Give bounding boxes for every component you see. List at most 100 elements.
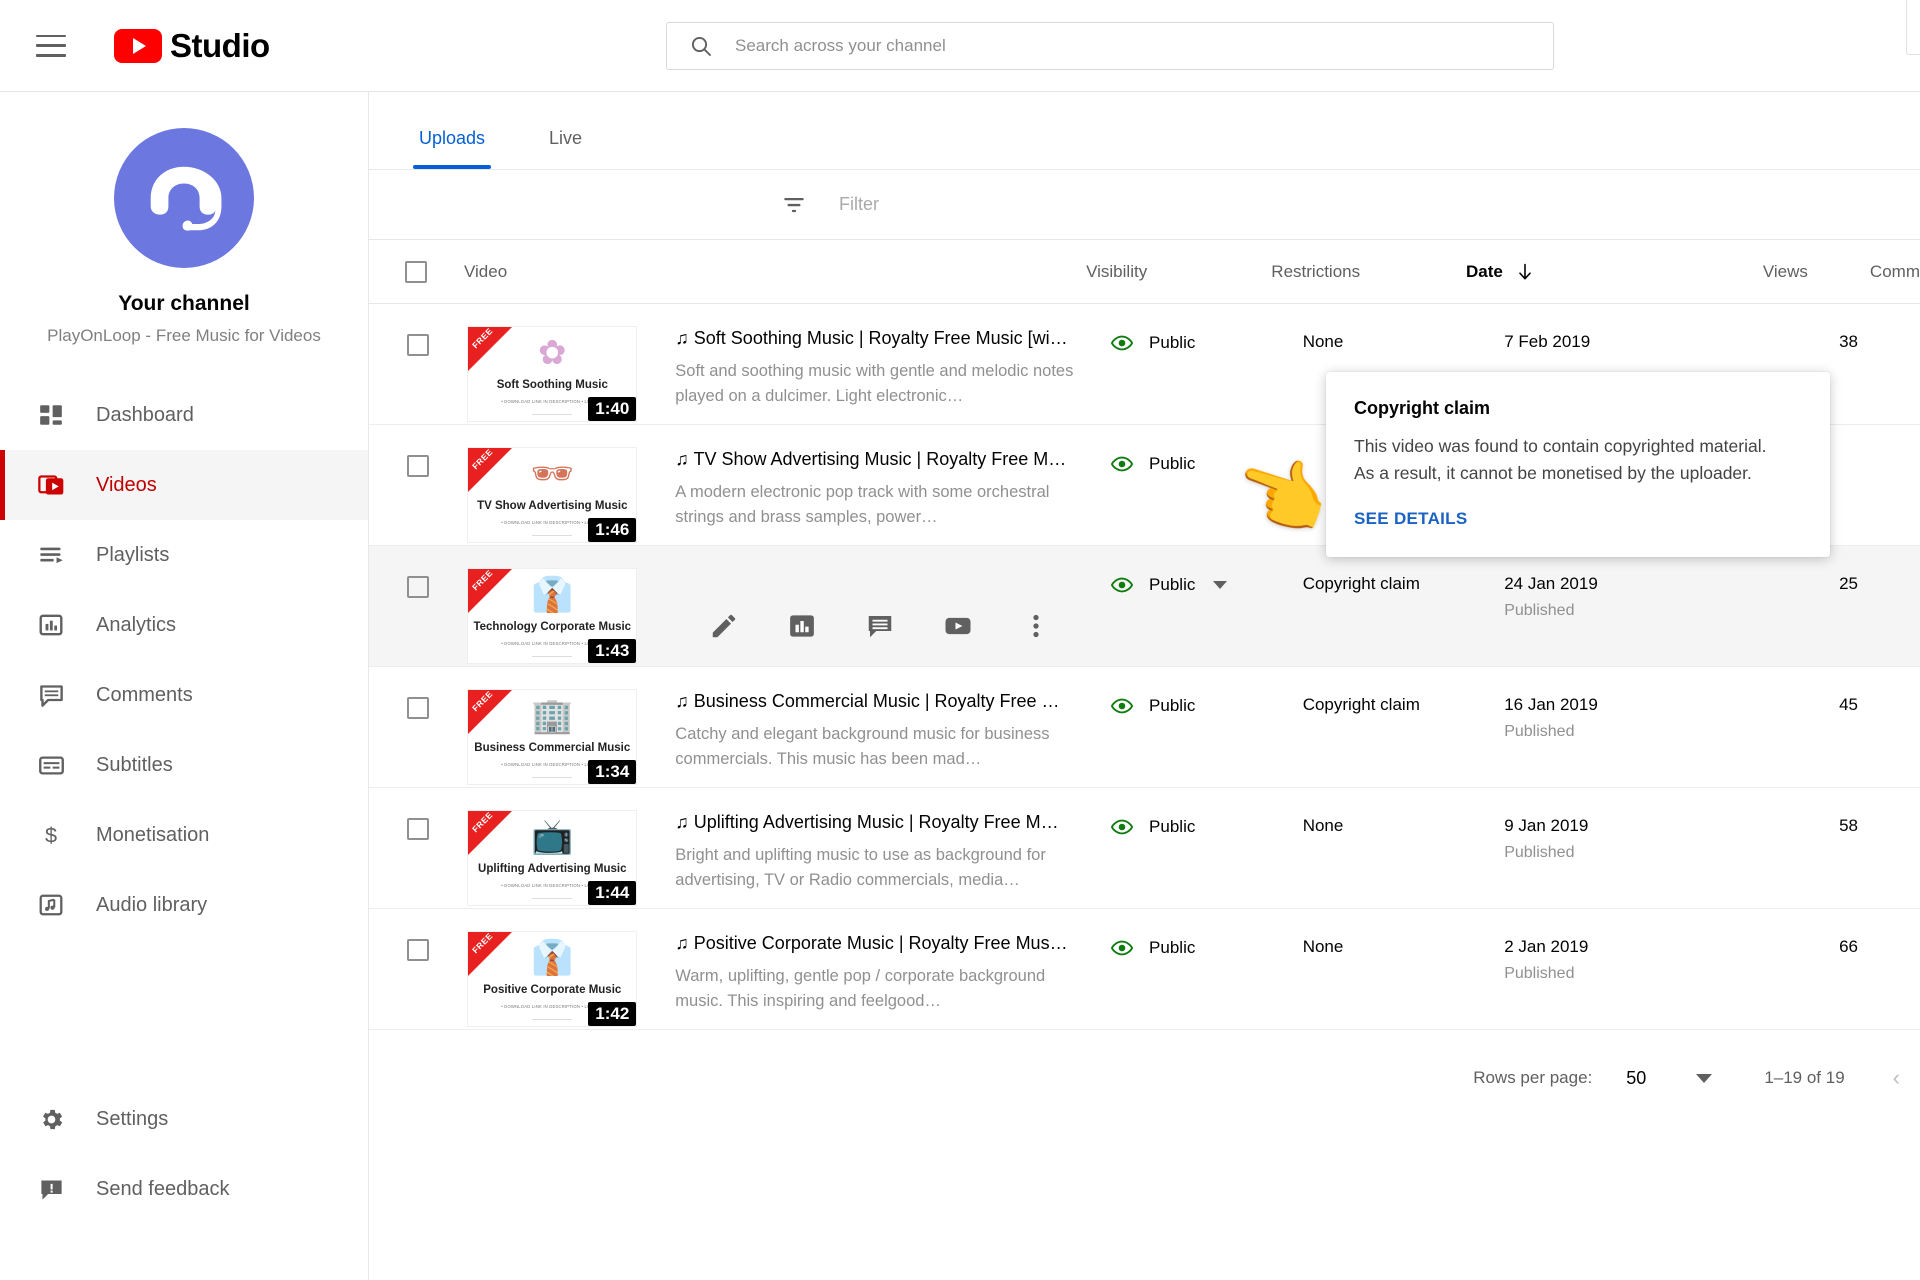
video-cell: FREE 🏢 Business Commercial Music • DOWNL… [467,689,1111,785]
video-thumbnail[interactable]: FREE ✿ Soft Soothing Music • DOWNLOAD LI… [467,326,638,422]
table-row[interactable]: FREE 👔 Technology Corporate Music • DOWN… [369,546,1920,667]
visibility-value-wrap[interactable]: Public [1111,931,1303,959]
publish-status: Published [1504,602,1575,619]
top-right-partial-control[interactable] [1906,0,1920,55]
eye-icon [1111,335,1134,351]
sidebar-item-audio-library[interactable]: Audio library [0,870,368,940]
avatar[interactable] [114,128,254,268]
sidebar-item-analytics[interactable]: Analytics [0,590,368,660]
tab-uploads[interactable]: Uploads [413,128,492,169]
search-icon [691,36,711,56]
sidebar-item-monetisation[interactable]: $ Monetisation [0,800,368,870]
date-cell: 16 Jan 2019 Published [1504,689,1745,741]
video-thumbnail[interactable]: FREE 👔 Positive Corporate Music • DOWNLO… [467,931,638,1027]
studio-logo-text: Studio [170,26,270,64]
table-row[interactable]: FREE 📺 Uplifting Advertising Music • DOW… [369,788,1920,909]
visibility-cell: Public [1111,568,1303,596]
visibility-value-wrap[interactable]: Public [1111,568,1303,596]
video-info: ♫ TV Show Advertising Music | Royalty Fr… [675,447,1075,543]
visibility-value: Public [1149,938,1196,957]
video-thumbnail[interactable]: FREE 🕶 TV Show Advertising Music • DOWNL… [467,447,638,543]
visibility-value-wrap[interactable]: Public [1111,326,1303,354]
sidebar-item-subtitles[interactable]: Subtitles [0,730,368,800]
date-value: 9 Jan 2019 [1504,816,1589,835]
views-value: 38 [1839,332,1859,351]
sidebar-item-label: Monetisation [96,823,210,846]
eye-icon [1111,698,1134,714]
see-details-link[interactable]: SEE DETAILS [1354,509,1468,529]
select-all-checkbox[interactable] [405,260,428,283]
video-title[interactable]: ♫ Uplifting Advertising Music | Royalty … [675,810,1075,835]
tooltip-title: Copyright claim [1354,398,1491,418]
date-value: 7 Feb 2019 [1504,332,1591,351]
thumbnail-title: TV Show Advertising Music [477,500,628,512]
row-checkbox[interactable] [407,576,430,598]
rows-per-page-label: Rows per page: [1473,1068,1593,1087]
sidebar-item-videos[interactable]: Videos [0,450,368,520]
sidebar-item-send-feedback[interactable]: Send feedback [0,1154,368,1224]
restrictions-value[interactable]: Copyright claim [1303,689,1504,715]
row-checkbox[interactable] [407,334,430,356]
sidebar-item-playlists[interactable]: Playlists [0,520,368,590]
analytics-bar-icon[interactable] [787,611,817,641]
video-thumbnail[interactable]: FREE 👔 Technology Corporate Music • DOWN… [467,568,638,664]
select-all-cell [369,260,464,283]
row-select-cell [369,931,467,961]
tab-live[interactable]: Live [543,128,588,169]
sidebar-item-comments[interactable]: Comments [0,660,368,730]
search-input[interactable]: Search across your channel [666,22,1554,70]
rows-per-page-value[interactable]: 50 [1626,1068,1646,1089]
comment-icon[interactable] [865,611,895,641]
visibility-value-wrap[interactable]: Public [1111,689,1303,717]
date-value: 2 Jan 2019 [1504,937,1589,956]
eye-icon [1111,819,1134,835]
video-description: Soft and soothing music with gentle and … [675,362,1074,405]
date-cell: 9 Jan 2019 Published [1504,810,1745,862]
filter-input[interactable]: Filter [839,194,879,215]
chevron-down-icon[interactable] [1213,581,1228,589]
visibility-cell: Public [1111,931,1303,959]
sidebar-item-label: Send feedback [96,1177,230,1200]
row-select-cell [369,447,467,477]
thumbnail-emoji: ✿ [538,334,567,372]
filter-icon[interactable] [781,192,807,218]
video-cell: FREE 📺 Uplifting Advertising Music • DOW… [467,810,1111,906]
column-header-views: Views [1762,261,1808,281]
youtube-studio-logo[interactable]: Studio [114,27,270,65]
dashboard-icon [36,400,66,430]
thumbnail-divider [532,1018,573,1020]
video-title[interactable]: ♫ Business Commercial Music | Royalty Fr… [675,689,1075,714]
thumbnail-divider [532,655,573,657]
feedback-icon [36,1174,66,1204]
top-bar: Studio Search across your channel [0,0,1920,92]
previous-page-button[interactable]: ‹ [1893,1065,1900,1091]
sidebar-item-dashboard[interactable]: Dashboard [0,380,368,450]
column-header-date[interactable]: Date [1466,262,1699,282]
hamburger-icon[interactable] [36,34,66,57]
video-title[interactable]: ♫ TV Show Advertising Music | Royalty Fr… [675,447,1075,472]
video-thumbnail[interactable]: FREE 🏢 Business Commercial Music • DOWNL… [467,689,638,785]
table-row[interactable]: FREE 🏢 Business Commercial Music • DOWNL… [369,667,1920,788]
visibility-value-wrap[interactable]: Public [1111,810,1303,838]
video-title[interactable]: ♫ Positive Corporate Music | Royalty Fre… [675,931,1075,956]
row-checkbox[interactable] [407,818,430,840]
sidebar-item-label: Analytics [96,613,177,636]
video-thumbnail[interactable]: FREE 📺 Uplifting Advertising Music • DOW… [467,810,638,906]
video-title[interactable]: ♫ Soft Soothing Music | Royalty Free Mus… [675,326,1075,351]
date-cell: 7 Feb 2019 [1504,326,1745,352]
pencil-icon[interactable] [709,611,739,641]
more-vertical-icon[interactable] [1021,611,1051,641]
column-header-comments: Comm [1869,261,1920,281]
views-value: 58 [1839,816,1859,835]
sidebar-item-settings[interactable]: Settings [0,1084,368,1154]
tabs: Uploads Live [369,92,1920,170]
thumbnail-title: Soft Soothing Music [496,379,608,391]
table-row[interactable]: FREE 👔 Positive Corporate Music • DOWNLO… [369,909,1920,1030]
row-checkbox[interactable] [407,939,430,961]
row-checkbox[interactable] [407,697,430,719]
restrictions-value[interactable]: Copyright claim [1303,568,1504,594]
sidebar: Your channel PlayOnLoop - Free Music for… [0,92,369,1280]
youtube-play-icon[interactable] [943,611,973,641]
chevron-down-icon[interactable] [1696,1073,1713,1083]
row-checkbox[interactable] [407,455,430,477]
